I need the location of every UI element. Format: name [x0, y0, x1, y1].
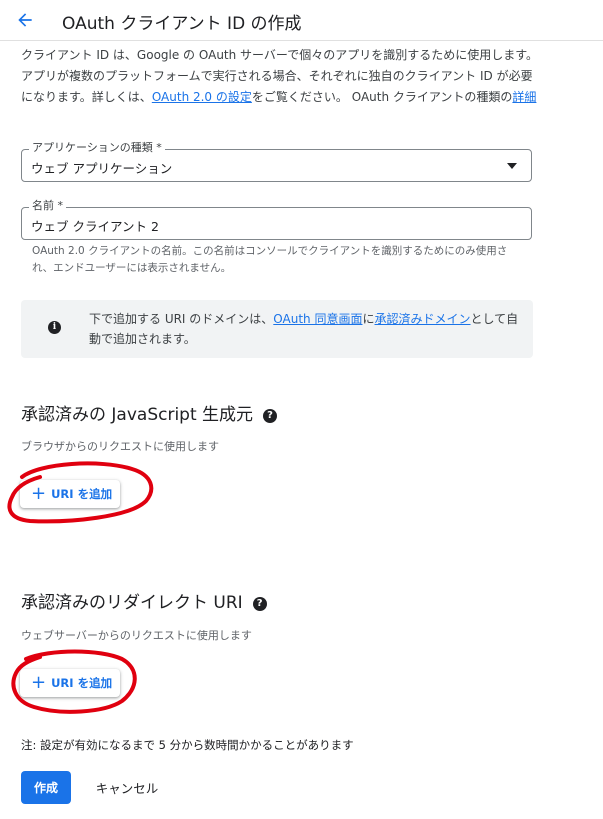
redirect-uris-title-text: 承認済みのリダイレクト URI: [21, 593, 243, 613]
application-type-select[interactable]: アプリケーションの種類 * ウェブ アプリケーション: [21, 141, 532, 182]
client-types-details-link[interactable]: 詳細: [512, 90, 536, 104]
oauth-client-create-page: OAuth クライアント ID の作成 クライアント ID は、Google の…: [0, 0, 603, 819]
js-origins-title-text: 承認済みの JavaScript 生成元: [21, 405, 254, 425]
info-text-part: に: [362, 312, 375, 326]
create-button[interactable]: 作成: [21, 771, 71, 804]
oauth-settings-link[interactable]: OAuth 2.0 の設定: [152, 90, 252, 104]
plus-icon: +: [31, 672, 47, 693]
help-icon[interactable]: ?: [263, 409, 278, 423]
help-icon[interactable]: ?: [252, 597, 267, 611]
info-text-part: 下で追加する URI のドメインは、: [89, 312, 274, 326]
add-redirect-uri-button[interactable]: + URI を追加: [20, 669, 120, 697]
add-uri-label: URI を追加: [51, 487, 113, 501]
client-name-label: 名前 *: [29, 199, 66, 213]
info-icon: i: [48, 321, 61, 334]
intro-text: クライアント ID は、Google の OAuth サーバーで個々のアプリを識…: [21, 45, 541, 108]
plus-icon: +: [31, 483, 47, 504]
application-type-label: アプリケーションの種類 *: [29, 141, 165, 155]
intro-text-part: をご覧ください。 OAuth クライアントの種類の: [251, 90, 513, 104]
client-name-value: ウェブ クライアント 2: [31, 219, 159, 234]
client-name-field[interactable]: 名前 * ウェブ クライアント 2: [21, 199, 532, 240]
propagation-note: 注: 設定が有効になるまで 5 分から数時間かかることがあります: [21, 738, 354, 752]
redirect-uris-section-title: 承認済みのリダイレクト URI?: [21, 588, 267, 613]
add-uri-label: URI を追加: [51, 676, 113, 690]
domain-info-box: i 下で追加する URI のドメインは、OAuth 同意画面に承認済みドメインと…: [21, 300, 533, 358]
page-header: OAuth クライアント ID の作成: [0, 0, 603, 41]
client-name-helper-text: OAuth 2.0 クライアントの名前。この名前はコンソールでクライアントを識別…: [32, 245, 508, 274]
redirect-uris-description: ウェブサーバーからのリクエストに使用します: [21, 629, 252, 642]
page-title: OAuth クライアント ID の作成: [62, 14, 302, 34]
add-js-origin-uri-button[interactable]: + URI を追加: [20, 480, 120, 508]
application-type-value: ウェブ アプリケーション: [31, 161, 173, 176]
cancel-button[interactable]: キャンセル: [86, 771, 168, 804]
oauth-consent-screen-link[interactable]: OAuth 同意画面: [273, 312, 362, 326]
arrow-back-icon: [18, 13, 32, 27]
domain-info-text: 下で追加する URI のドメインは、OAuth 同意画面に承認済みドメインとして…: [89, 309, 519, 349]
dropdown-arrow-icon: [507, 163, 517, 169]
js-origins-section-title: 承認済みの JavaScript 生成元?: [21, 400, 278, 425]
js-origins-description: ブラウザからのリクエストに使用します: [21, 440, 219, 453]
back-button[interactable]: [12, 7, 38, 33]
authorized-domains-link[interactable]: 承認済みドメイン: [375, 312, 471, 326]
